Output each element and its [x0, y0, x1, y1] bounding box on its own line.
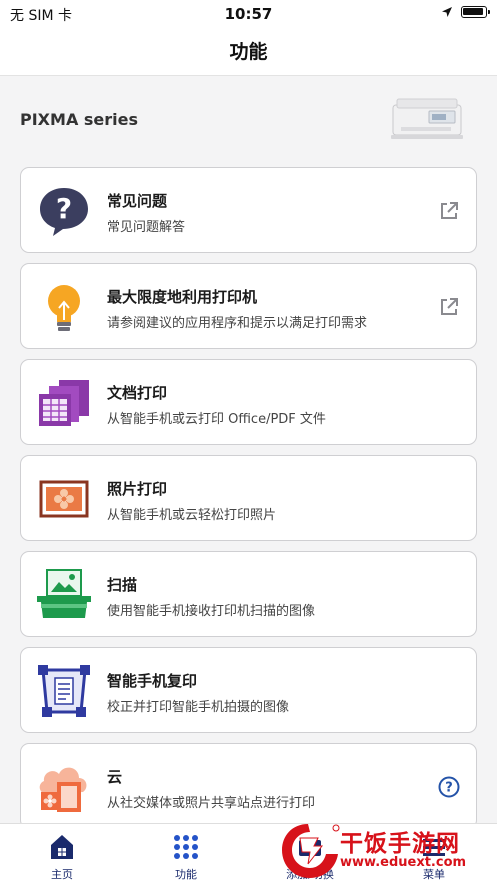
home-icon	[51, 835, 73, 859]
tab-home[interactable]: 主页	[0, 824, 124, 883]
svg-text:?: ?	[445, 781, 453, 796]
menu-item-subtitle: 常见问题解答	[107, 220, 186, 235]
menu-item-subtitle: 从社交媒体或照片共享站点进行打印	[107, 796, 316, 811]
menu-item-title: 云	[107, 768, 123, 786]
watermark-text: 干饭手游网	[340, 831, 460, 857]
menu-item-subtitle: 从智能手机或云轻松打印照片	[107, 508, 277, 523]
printer-header[interactable]: PIXMA series	[0, 77, 497, 155]
tab-label: 功能	[175, 868, 197, 881]
grid-icon	[174, 835, 198, 859]
menu-item-scan[interactable]: 扫描 使用智能手机接收打印机扫描的图像	[20, 551, 477, 637]
external-link-icon	[441, 202, 458, 219]
menu-item-title: 扫描	[107, 576, 138, 594]
menu-item-subtitle: 请参阅建议的应用程序和提示以满足打印需求	[107, 316, 368, 331]
navigation-bar: 功能	[0, 26, 497, 76]
clock: 10:57	[224, 5, 273, 23]
printer-image	[391, 98, 463, 139]
photo-print-icon	[39, 480, 89, 518]
menu-item-faq[interactable]: ? 常见问题 常见问题解答	[20, 167, 477, 253]
battery-icon	[461, 6, 490, 18]
menu-item-title: 照片打印	[107, 480, 168, 498]
printer-series-name: PIXMA series	[20, 110, 139, 129]
menu-item-document-print[interactable]: 文档打印 从智能手机或云打印 Office/PDF 文件	[20, 359, 477, 445]
menu-item-title: 最大限度地利用打印机	[107, 288, 258, 306]
tab-label: 主页	[51, 868, 73, 881]
menu-item-get-most[interactable]: 最大限度地利用打印机 请参阅建议的应用程序和提示以满足打印需求	[20, 263, 477, 349]
menu-item-title: 智能手机复印	[107, 672, 198, 690]
watermark-url: www.eduext.com	[340, 855, 467, 870]
document-print-icon	[39, 380, 89, 426]
menu-item-title: 文档打印	[107, 384, 168, 402]
scanner-icon	[37, 569, 91, 618]
faq-question-icon: ?	[40, 188, 88, 236]
status-icons	[441, 6, 490, 18]
location-arrow-icon	[442, 7, 452, 17]
external-link-icon	[441, 298, 458, 315]
page-title: 功能	[229, 41, 268, 63]
menu-item-subtitle: 从智能手机或云打印 Office/PDF 文件	[107, 412, 326, 427]
status-bar: 无 SIM 卡 10:57	[0, 0, 497, 26]
menu-item-subtitle: 使用智能手机接收打印机扫描的图像	[107, 604, 316, 619]
lightbulb-icon	[48, 285, 80, 331]
menu-item-cloud[interactable]: 云 从社交媒体或照片共享站点进行打印 ?	[20, 743, 477, 829]
help-circle-icon[interactable]: ?	[438, 776, 460, 798]
menu-item-subtitle: 校正并打印智能手机拍摄的图像	[107, 700, 290, 715]
svg-text:?: ?	[56, 192, 72, 225]
menu-item-photo-print[interactable]: 照片打印 从智能手机或云轻松打印照片	[20, 455, 477, 541]
tab-functions[interactable]: 功能	[124, 824, 248, 883]
smartphone-copy-icon	[38, 665, 90, 717]
menu-item-title: 常见问题	[107, 192, 168, 210]
cloud-print-icon	[39, 767, 87, 812]
menu-item-smartphone-copy[interactable]: 智能手机复印 校正并打印智能手机拍摄的图像	[20, 647, 477, 733]
